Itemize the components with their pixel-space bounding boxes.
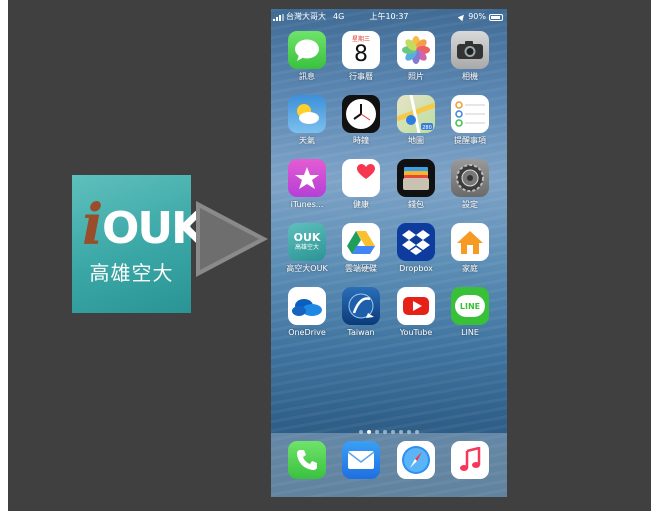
right-arrow-inner [200,208,259,270]
app-photos[interactable]: 照片 [388,31,444,82]
app-label: 訊息 [299,72,315,81]
phone-icon [288,441,326,479]
app-label: iTunes... [290,200,324,209]
google-drive-icon [342,223,380,261]
photos-icon [397,31,435,69]
app-label: 健康 [353,200,369,209]
app-label: YouTube [399,328,433,337]
app-label: LINE [461,328,479,337]
clock-icon [342,95,380,133]
app-wallet[interactable]: 錢包 [388,159,444,210]
app-line[interactable]: LINE LINE [442,287,498,338]
reminders-icon [451,95,489,133]
ouk-app-icon: OUK 高雄空大 [288,223,326,261]
app-messages[interactable]: 訊息 [279,31,335,82]
app-label: 提醒事項 [454,136,486,145]
logo-subtitle: 高雄空大 [89,261,174,285]
music-icon [451,441,489,479]
itunes-store-icon [288,159,326,197]
app-itunes-store[interactable]: iTunes... [279,159,335,210]
dock [271,433,507,497]
app-calendar[interactable]: 星期三 8 行事曆 [333,31,389,82]
app-label: Taiwan [347,328,375,337]
app-ouk[interactable]: OUK 高雄空大 高空大OUK [279,223,335,274]
maps-icon: 280 [397,95,435,133]
app-label: 地圖 [408,136,424,145]
safari-icon [397,441,435,479]
ouk-icon-sub: 高雄空大 [294,244,319,251]
ouk-logo: i OUK 高雄空大 [72,175,205,313]
home-icon [451,223,489,261]
app-dropbox[interactable]: Dropbox [388,223,444,274]
battery-icon [489,13,503,21]
app-label: Dropbox [399,264,433,273]
app-label: 天氣 [299,136,315,145]
app-reminders[interactable]: 提醒事項 [442,95,498,146]
line-icon: LINE [451,287,489,325]
app-label: 照片 [408,72,424,81]
app-weather[interactable]: 天氣 [279,95,335,146]
mail-icon [342,441,380,479]
app-maps[interactable]: 280 地圖 [388,95,444,146]
wallet-icon [397,159,435,197]
status-bar: 台灣大哥大 4G 上午10:37 90% [271,9,507,25]
logo-ouk-text: OUK [102,203,205,254]
app-phone[interactable] [279,441,335,479]
camera-icon [451,31,489,69]
taiwan-app-icon [342,287,380,325]
health-icon [342,159,380,197]
app-youtube[interactable]: YouTube [388,287,444,338]
app-settings[interactable]: 設定 [442,159,498,210]
app-label: OneDrive [288,328,326,337]
dropbox-icon [397,223,435,261]
ouk-icon-text: OUK [293,231,321,244]
app-onedrive[interactable]: OneDrive [279,287,335,338]
line-icon-text: LINE [459,301,481,311]
calendar-icon: 星期三 8 [342,31,380,69]
app-home[interactable]: 家庭 [442,223,498,274]
app-clock[interactable]: 時鐘 [333,95,389,146]
app-label: 高空大OUK [286,264,328,273]
app-label: 錢包 [408,200,424,209]
youtube-icon [397,287,435,325]
maps-route-badge: 280 [422,125,432,131]
logo-i-mark: i [82,192,104,258]
settings-icon [451,159,489,197]
app-music[interactable] [442,441,498,479]
phone-home-screen: 台灣大哥大 4G 上午10:37 90% 訊息 星期三 8 行事曆 照片 相機 … [271,9,507,497]
app-label: 設定 [462,200,478,209]
calendar-day: 8 [354,42,368,67]
location-icon [457,12,467,22]
app-label: 雲端硬碟 [345,264,377,273]
app-google-drive[interactable]: 雲端硬碟 [333,223,389,274]
battery-percent: 90% [468,12,486,21]
app-taiwan[interactable]: Taiwan [333,287,389,338]
app-camera[interactable]: 相機 [442,31,498,82]
app-label: 家庭 [462,264,478,273]
app-safari[interactable] [388,441,444,479]
onedrive-icon [288,287,326,325]
app-health[interactable]: 健康 [333,159,389,210]
app-label: 時鐘 [353,136,369,145]
app-label: 相機 [462,72,478,81]
app-label: 行事曆 [349,72,373,81]
app-mail[interactable] [333,441,389,479]
messages-icon [288,31,326,69]
weather-icon [288,95,326,133]
